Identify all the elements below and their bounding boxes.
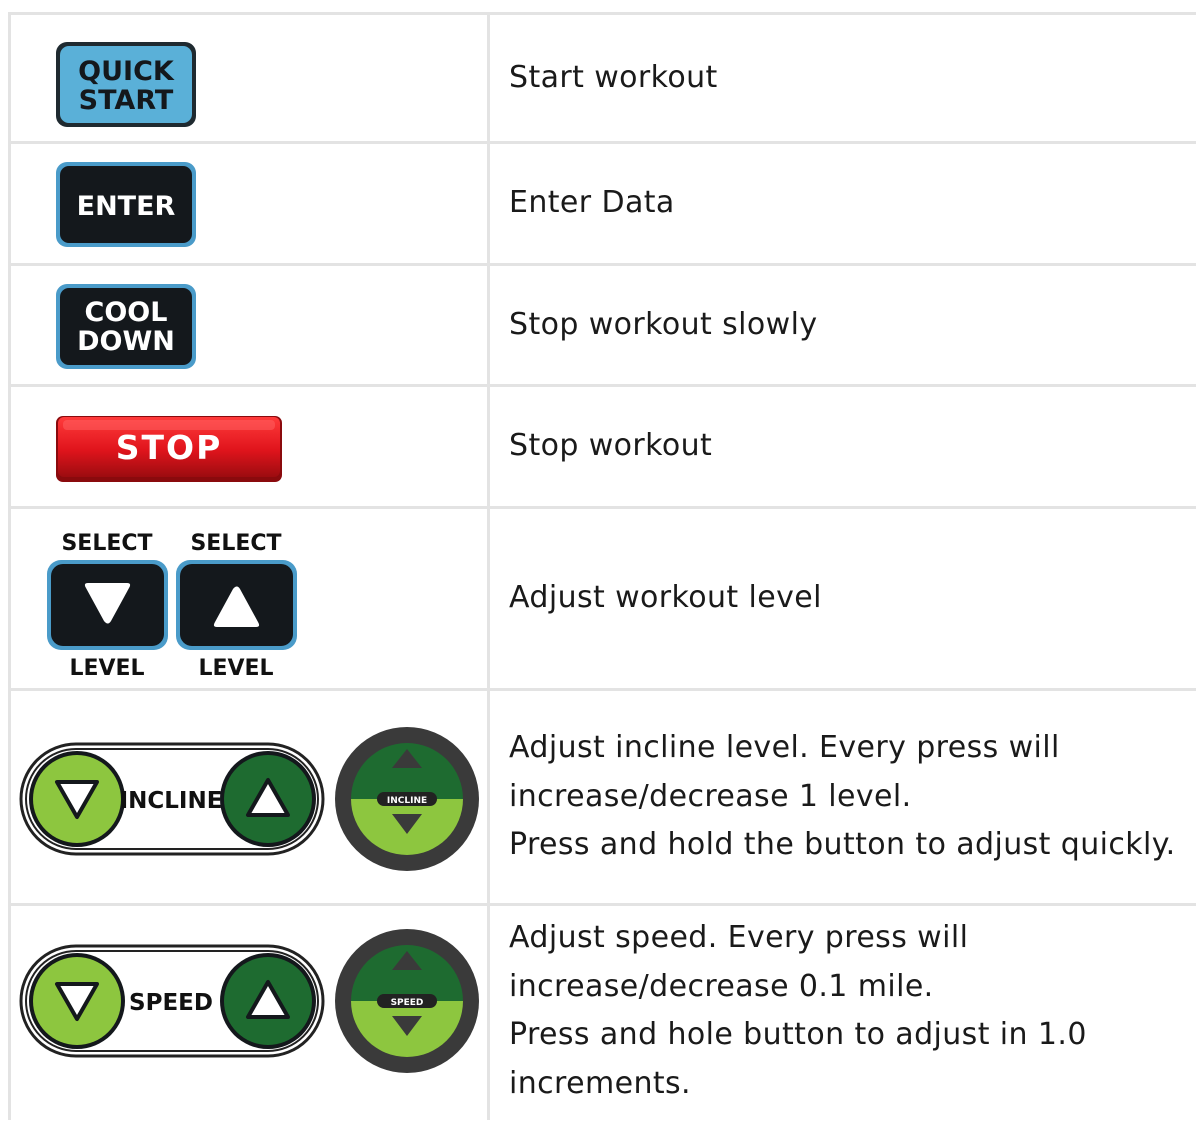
description-cell: Stop workout slowly bbox=[489, 265, 1196, 386]
level-up-bottom-label: LEVEL bbox=[198, 656, 273, 681]
icon-cell: ENTER bbox=[10, 143, 489, 265]
table-row: INCLINE INCLINE Adjust bbox=[10, 690, 1196, 905]
description-text: Enter Data bbox=[509, 179, 1196, 228]
description-line-2: increase/decrease 0.1 mile. bbox=[509, 963, 1196, 1012]
description-cell: Stop workout bbox=[489, 386, 1196, 508]
select-level-buttons: SELECT LEVEL SELECT LEVEL bbox=[11, 509, 487, 691]
speed-knob: SPEED bbox=[335, 929, 479, 1073]
incline-up-button bbox=[220, 751, 316, 847]
icon-cell: SELECT LEVEL SELECT LEVEL bbox=[10, 508, 489, 690]
incline-pill-label: INCLINE bbox=[120, 788, 223, 814]
description-text: Stop workout slowly bbox=[509, 301, 1196, 350]
cool-down-button: COOL DOWN bbox=[11, 266, 487, 387]
enter-button: ENTER bbox=[11, 144, 487, 266]
icon-cell: SPEED SPEED bbox=[10, 905, 489, 1120]
table-row: ENTER Enter Data bbox=[10, 143, 1196, 265]
description-line-1: Adjust incline level. Every press will bbox=[509, 724, 1196, 773]
cool-down-line-2: DOWN bbox=[77, 326, 175, 357]
table-row: COOL DOWN Stop workout slowly bbox=[10, 265, 1196, 386]
description-line-3: Press and hold the button to adjust quic… bbox=[509, 821, 1196, 870]
table-row: SPEED SPEED Adjust speed. Every bbox=[10, 905, 1196, 1120]
incline-down-button bbox=[29, 751, 125, 847]
description-cell: Adjust incline level. Every press will i… bbox=[489, 690, 1196, 905]
enter-label: ENTER bbox=[77, 191, 176, 222]
description-cell: Adjust speed. Every press will increase/… bbox=[489, 905, 1196, 1120]
description-cell: Start workout bbox=[489, 14, 1196, 143]
speed-down-button bbox=[29, 953, 125, 1049]
quick-start-button: QUICK START bbox=[11, 15, 487, 144]
table-row: QUICK START Start workout bbox=[10, 14, 1196, 143]
level-down-button bbox=[47, 560, 168, 650]
description-line-2: increase/decrease 1 level. bbox=[509, 773, 1196, 822]
incline-knob-label: INCLINE bbox=[387, 796, 427, 806]
quick-start-line-2: START bbox=[79, 85, 174, 116]
level-up-button bbox=[176, 560, 297, 650]
table-row: SELECT LEVEL SELECT LEVEL Adjust workout… bbox=[10, 508, 1196, 690]
description-line-4: increments. bbox=[509, 1060, 1196, 1109]
select-up-top-label: SELECT bbox=[190, 531, 281, 556]
stop-button: STOP bbox=[11, 387, 487, 509]
speed-buttons: SPEED SPEED bbox=[11, 906, 487, 1121]
description-text: Start workout bbox=[509, 54, 1196, 103]
description-line-3: Press and hole button to adjust in 1.0 bbox=[509, 1011, 1196, 1060]
quick-start-line-1: QUICK bbox=[78, 56, 175, 87]
cool-down-line-1: COOL bbox=[85, 297, 168, 328]
select-down-top-label: SELECT bbox=[61, 531, 152, 556]
incline-buttons: INCLINE INCLINE bbox=[11, 691, 487, 906]
speed-pill-label: SPEED bbox=[129, 990, 213, 1016]
description-text: Stop workout bbox=[509, 422, 1196, 471]
description-text: Adjust workout level bbox=[509, 574, 1196, 623]
stop-label: STOP bbox=[116, 428, 223, 467]
speed-up-button bbox=[220, 953, 316, 1049]
icon-cell: QUICK START bbox=[10, 14, 489, 143]
icon-cell: COOL DOWN bbox=[10, 265, 489, 386]
description-line-1: Adjust speed. Every press will bbox=[509, 914, 1196, 963]
incline-knob: INCLINE bbox=[335, 727, 479, 871]
speed-knob-label: SPEED bbox=[391, 998, 424, 1008]
description-cell: Enter Data bbox=[489, 143, 1196, 265]
level-down-bottom-label: LEVEL bbox=[69, 656, 144, 681]
controls-table: QUICK START Start workout ENTER Enter Da… bbox=[8, 12, 1196, 1120]
table-row: STOP Stop workout bbox=[10, 386, 1196, 508]
icon-cell: STOP bbox=[10, 386, 489, 508]
description-cell: Adjust workout level bbox=[489, 508, 1196, 690]
icon-cell: INCLINE INCLINE bbox=[10, 690, 489, 905]
